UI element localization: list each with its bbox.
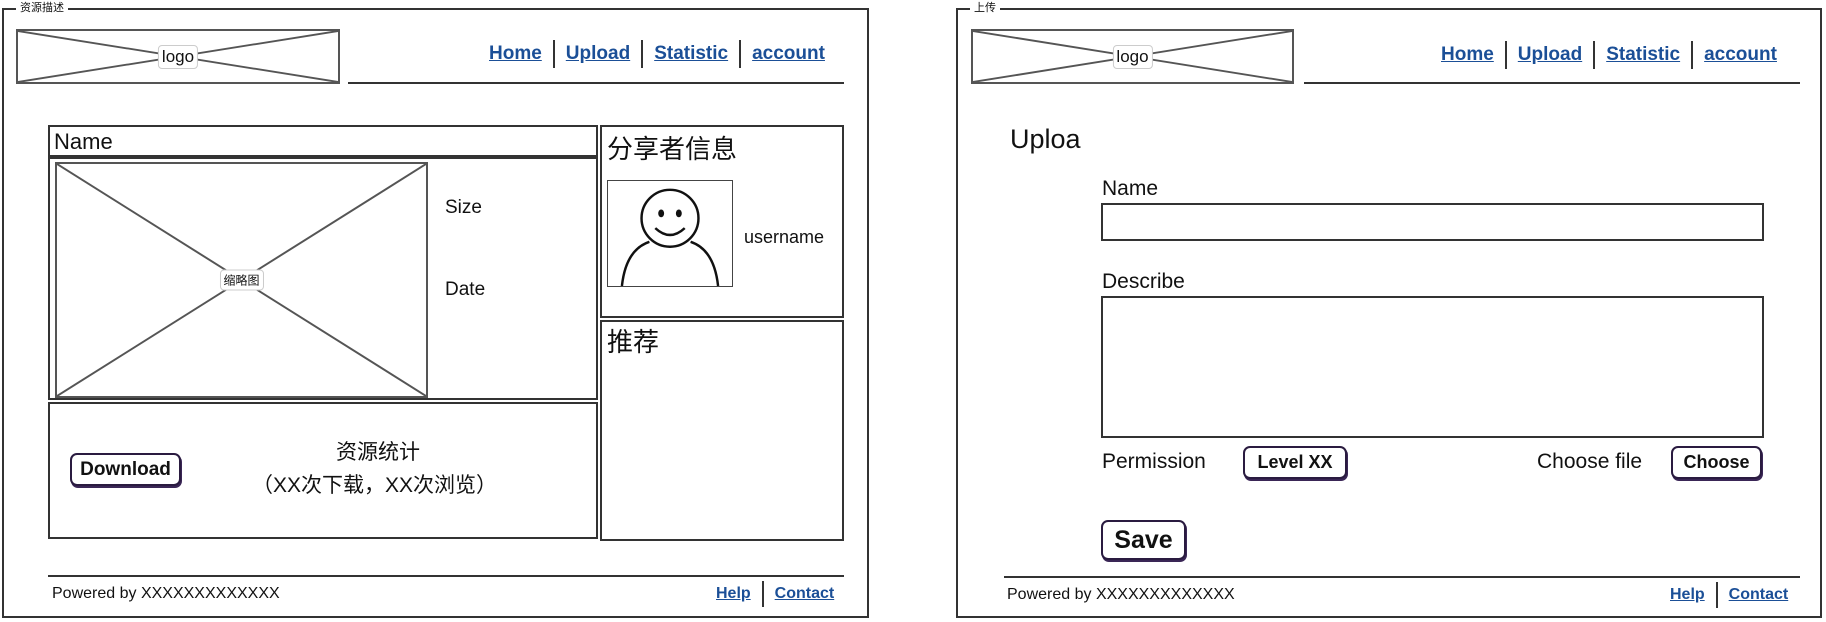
describe-field-label: Describe — [1102, 270, 1185, 293]
nav-separator — [739, 40, 742, 68]
header-divider — [348, 82, 844, 84]
name-input[interactable] — [1101, 203, 1764, 241]
nav-account-link[interactable]: account — [752, 43, 825, 65]
logo-label: logo — [1112, 44, 1153, 69]
thumbnail-placeholder: 缩略图 — [55, 162, 428, 398]
nav-separator — [552, 40, 555, 68]
describe-textarea[interactable] — [1101, 296, 1764, 438]
footer-divider — [48, 575, 844, 577]
footer-separator — [1715, 582, 1718, 608]
permission-label: Permission — [1102, 450, 1206, 473]
stats-detail: （XX次下载，XX次浏览） — [252, 474, 498, 497]
nav-account-link[interactable]: account — [1704, 44, 1777, 66]
username-label: username — [744, 227, 825, 247]
footer-contact-link[interactable]: Contact — [1729, 586, 1789, 604]
sharer-info-title: 分享者信息 — [607, 134, 738, 164]
save-button[interactable]: Save — [1101, 520, 1186, 560]
choose-file-label: Choose file — [1537, 450, 1643, 473]
footer-separator — [761, 581, 764, 607]
nav-statistic-link[interactable]: Statistic — [654, 43, 728, 65]
frame-title: 上传 — [970, 1, 1000, 15]
footer-divider — [1004, 576, 1800, 578]
size-label: Size — [445, 197, 482, 218]
footer-contact-link[interactable]: Contact — [775, 585, 835, 603]
header-divider — [1304, 82, 1800, 84]
recommend-title: 推荐 — [607, 327, 660, 357]
name-field-label: Name — [1102, 177, 1159, 200]
nav-statistic-link[interactable]: Statistic — [1606, 44, 1680, 66]
footer-links: Help Contact — [1670, 582, 1788, 608]
nav-separator — [641, 40, 644, 68]
nav-upload-link[interactable]: Upload — [566, 43, 630, 65]
date-label: Date — [445, 279, 486, 300]
avatar — [607, 180, 733, 287]
top-nav: Home Upload Statistic account — [489, 40, 825, 68]
nav-home-link[interactable]: Home — [489, 43, 542, 65]
footer-links: Help Contact — [716, 581, 834, 607]
permission-level-select[interactable]: Level XX — [1243, 446, 1347, 479]
stats-title: 资源统计 — [336, 441, 420, 464]
page-title: Uploa — [1010, 124, 1081, 154]
nav-home-link[interactable]: Home — [1441, 44, 1494, 66]
resource-name-label: Name — [54, 129, 113, 154]
recommend-panel: 推荐 — [600, 320, 844, 541]
thumbnail-label: 缩略图 — [219, 269, 264, 291]
logo-placeholder: logo — [971, 29, 1294, 84]
logo-placeholder: logo — [16, 29, 340, 84]
footer-help-link[interactable]: Help — [716, 585, 751, 603]
top-nav: Home Upload Statistic account — [1441, 41, 1777, 69]
footer-text: Powered by XXXXXXXXXXXXX — [52, 585, 280, 602]
footer-text: Powered by XXXXXXXXXXXXX — [1007, 586, 1235, 603]
logo-label: logo — [157, 44, 199, 69]
footer-help-link[interactable]: Help — [1670, 586, 1705, 604]
choose-file-button[interactable]: Choose — [1671, 446, 1762, 479]
resource-name-box: Name — [48, 125, 598, 157]
nav-separator — [1593, 41, 1596, 69]
download-button[interactable]: Download — [70, 453, 181, 486]
nav-separator — [1504, 41, 1507, 69]
frame-title: 资源描述 — [16, 1, 68, 15]
nav-upload-link[interactable]: Upload — [1518, 44, 1582, 66]
nav-separator — [1691, 41, 1694, 69]
